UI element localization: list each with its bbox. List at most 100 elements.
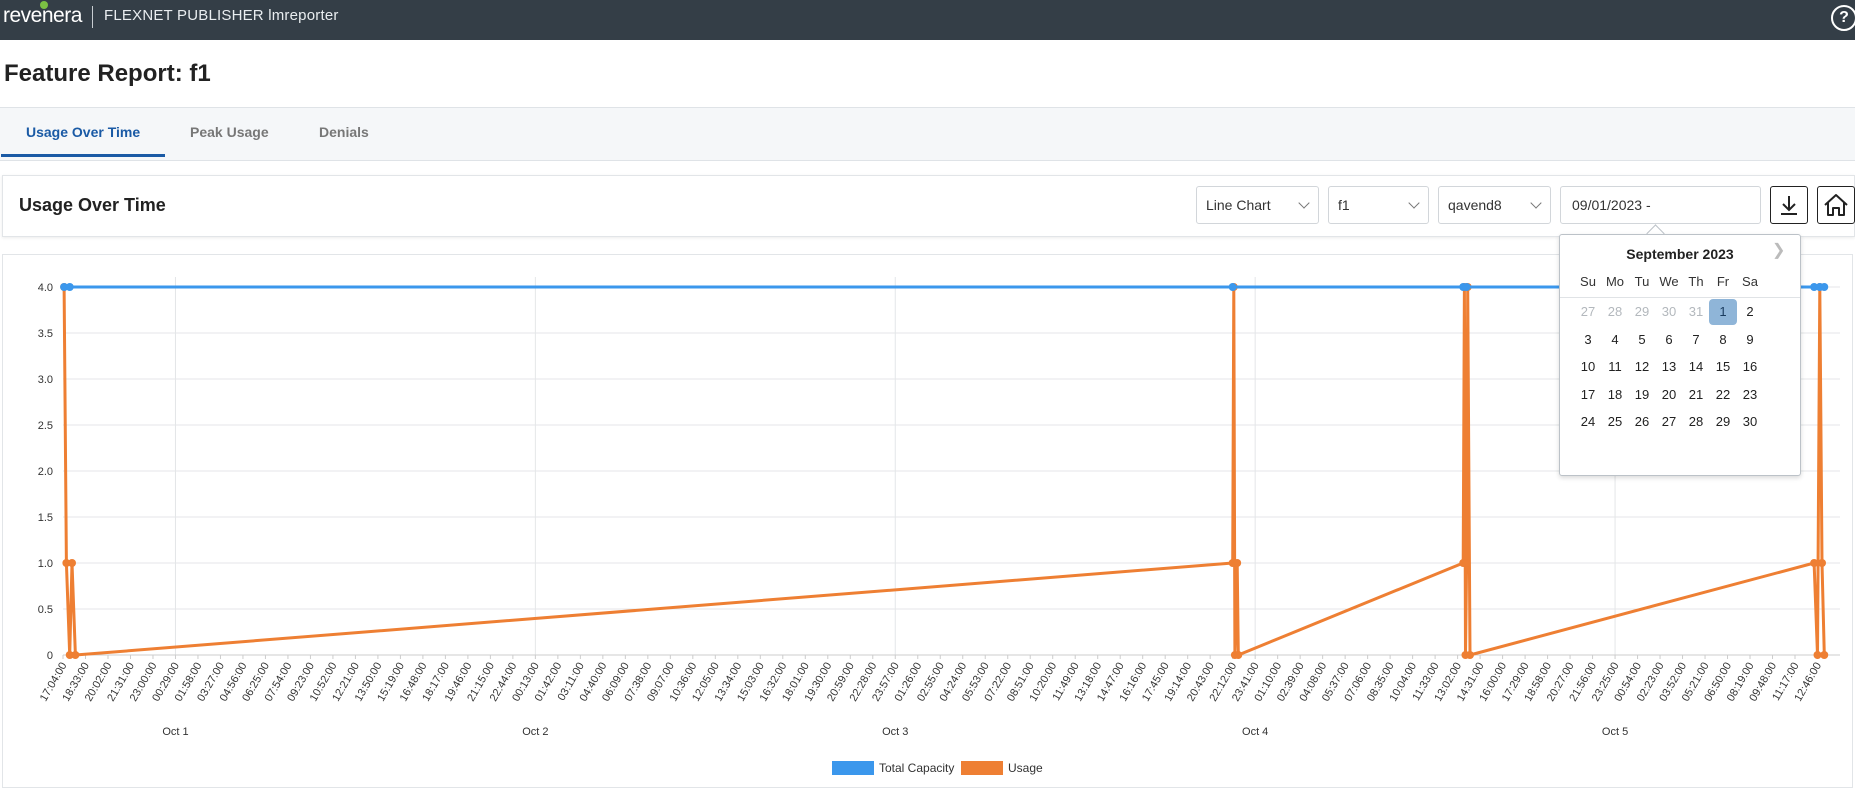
weekday-label: Tu [1634, 274, 1650, 289]
calendar-day[interactable]: 20 [1655, 382, 1683, 408]
calendar-day[interactable]: 14 [1682, 354, 1710, 380]
x-day-label: Oct 2 [522, 726, 548, 738]
date-range-input[interactable]: 09/01/2023 - [1560, 186, 1761, 224]
weekday-label: Mo [1605, 274, 1625, 289]
data-point [65, 283, 74, 291]
data-point [1462, 559, 1471, 567]
y-tick-label: 4.0 [38, 282, 53, 294]
calendar-day[interactable]: 29 [1709, 409, 1737, 435]
server-select[interactable]: qavend8 [1438, 186, 1551, 224]
active-tab-indicator [1, 154, 165, 157]
feature-value: f1 [1338, 197, 1350, 213]
y-tick-label: 1.0 [38, 558, 53, 570]
y-tick-label: 3.5 [38, 328, 53, 340]
data-point [1228, 283, 1237, 291]
data-point [1818, 559, 1827, 567]
x-day-label: Oct 1 [162, 726, 188, 738]
data-point [1465, 651, 1474, 659]
calendar-day[interactable]: 13 [1655, 354, 1683, 380]
calendar-day[interactable]: 15 [1709, 354, 1737, 380]
date-range-value: 09/01/2023 - [1572, 197, 1651, 213]
data-point [1810, 559, 1819, 567]
calendar-day[interactable]: 5 [1628, 327, 1656, 353]
x-day-label: Oct 3 [882, 726, 908, 738]
calendar-day[interactable]: 6 [1655, 327, 1683, 353]
calendar-day[interactable]: 4 [1601, 327, 1629, 353]
calendar-month-label: September 2023 [1626, 246, 1734, 262]
chevron-down-icon [1298, 197, 1310, 209]
tab-peak-usage[interactable]: Peak Usage [190, 124, 269, 140]
brand-divider [92, 6, 93, 28]
help-icon[interactable]: ? [1831, 5, 1855, 31]
calendar-day[interactable]: 26 [1628, 409, 1656, 435]
data-point [71, 651, 80, 659]
app-name: FLEXNET PUBLISHER lmreporter [104, 7, 339, 24]
calendar-day[interactable]: 27 [1655, 409, 1683, 435]
y-tick-label: 2.0 [38, 466, 53, 478]
calendar-day[interactable]: 10 [1574, 354, 1602, 380]
feature-select[interactable]: f1 [1328, 186, 1429, 224]
data-point [1820, 651, 1829, 659]
data-point [1233, 559, 1242, 567]
date-picker-calendar: September 2023 ❯ Su Mo Tu We Th Fr Sa 27 28 29 30 3… [1559, 234, 1801, 476]
top-bar: revenera FLEXNET PUBLISHER lmreporter ? [0, 0, 1855, 40]
chart-type-select[interactable]: Line Chart [1196, 186, 1319, 224]
calendar-day[interactable]: 30 [1736, 409, 1764, 435]
x-day-label: Oct 4 [1242, 726, 1268, 738]
calendar-day[interactable]: 24 [1574, 409, 1602, 435]
chart-type-value: Line Chart [1206, 197, 1271, 213]
download-icon [1781, 196, 1797, 215]
calendar-day[interactable]: 12 [1628, 354, 1656, 380]
calendar-day[interactable]: 23 [1736, 382, 1764, 408]
calendar-day[interactable]: 7 [1682, 327, 1710, 353]
calendar-day[interactable]: 22 [1709, 382, 1737, 408]
weekday-label: Fr [1716, 274, 1730, 289]
legend-swatch [832, 761, 874, 775]
data-point [1234, 651, 1243, 659]
y-tick-label: 0.5 [38, 604, 53, 616]
tab-usage-over-time[interactable]: Usage Over Time [26, 124, 140, 140]
calendar-day[interactable]: 3 [1574, 327, 1602, 353]
calendar-day[interactable]: 28 [1682, 409, 1710, 435]
calendar-day[interactable]: 9 [1736, 327, 1764, 353]
weekday-label: Th [1688, 274, 1704, 289]
calendar-day[interactable]: 19 [1628, 382, 1656, 408]
calendar-day[interactable]: 2 [1736, 299, 1764, 325]
panel-title: Usage Over Time [19, 195, 166, 215]
legend-swatch [961, 761, 1003, 775]
chart-toolbar: Usage Over Time Line Chart f1 qavend8 09… [2, 175, 1855, 237]
calendar-day[interactable]: 25 [1601, 409, 1629, 435]
server-value: qavend8 [1448, 197, 1502, 213]
calendar-day[interactable]: 17 [1574, 382, 1602, 408]
calendar-day[interactable]: 21 [1682, 382, 1710, 408]
calendar-day[interactable]: 28 [1601, 299, 1629, 325]
calendar-day[interactable]: 8 [1709, 327, 1737, 353]
download-button[interactable] [1770, 186, 1808, 224]
y-tick-label: 3.0 [38, 374, 53, 386]
weekday-label: We [1659, 274, 1679, 289]
calendar-day-selected[interactable]: 1 [1709, 299, 1737, 325]
y-tick-label: 0 [47, 650, 53, 662]
x-day-label: Oct 5 [1602, 726, 1628, 738]
calendar-day[interactable]: 11 [1601, 354, 1629, 380]
calendar-day[interactable]: 27 [1574, 299, 1602, 325]
calendar-divider [1560, 297, 1800, 298]
chevron-right-icon[interactable]: ❯ [1772, 240, 1785, 260]
calendar-day[interactable]: 29 [1628, 299, 1656, 325]
weekday-label: Su [1580, 274, 1596, 289]
home-button[interactable] [1817, 186, 1855, 224]
y-tick-label: 2.5 [38, 420, 53, 432]
legend-label: Usage [1008, 761, 1043, 775]
calendar-day[interactable]: 31 [1682, 299, 1710, 325]
tab-denials[interactable]: Denials [319, 124, 369, 140]
calendar-day[interactable]: 30 [1655, 299, 1683, 325]
weekday-label: Sa [1742, 274, 1758, 289]
legend-label: Total Capacity [879, 761, 954, 775]
calendar-day[interactable]: 16 [1736, 354, 1764, 380]
home-icon [1824, 194, 1848, 216]
chevron-down-icon [1530, 197, 1542, 209]
brand-leaf-icon [40, 1, 48, 9]
data-point [1820, 283, 1829, 291]
y-tick-label: 1.5 [38, 512, 53, 524]
calendar-day[interactable]: 18 [1601, 382, 1629, 408]
